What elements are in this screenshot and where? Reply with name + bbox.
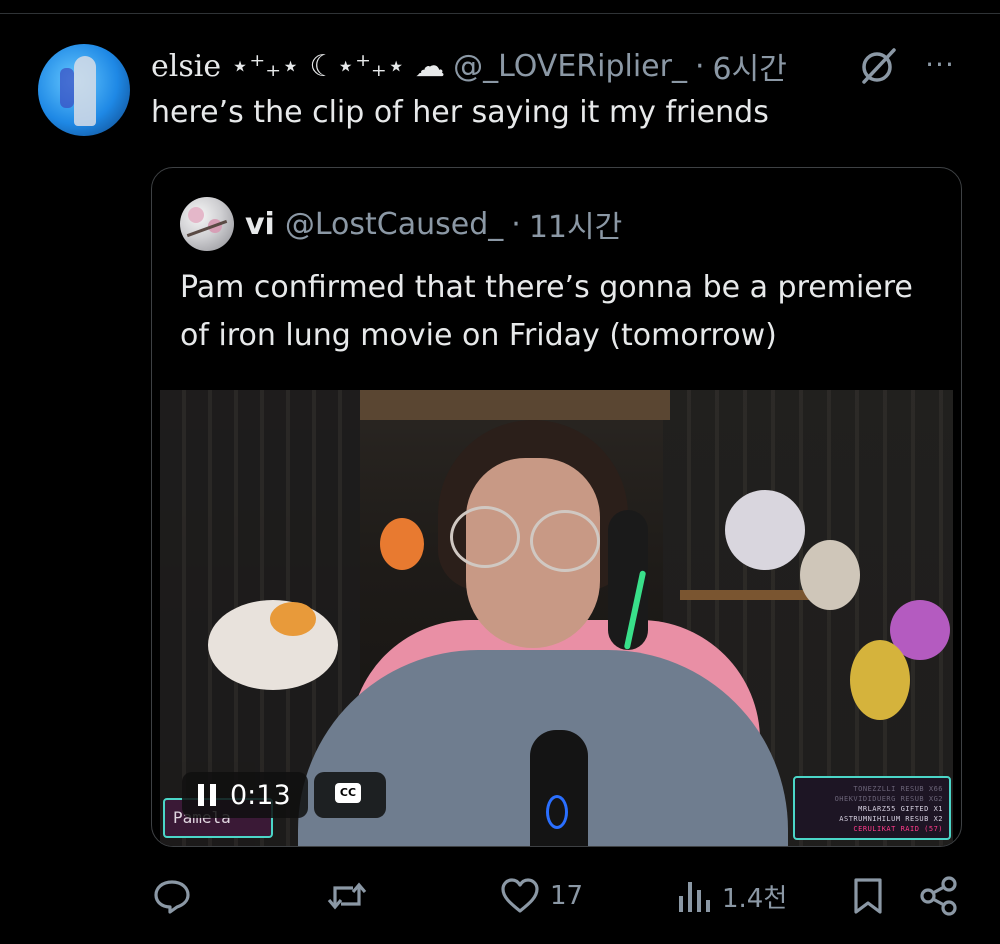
captions-button[interactable]: CC — [314, 772, 386, 818]
video-timestamp: 0:13 — [230, 779, 291, 811]
views-icon — [679, 882, 710, 912]
top-divider — [0, 13, 1000, 14]
post-time[interactable]: 6시간 — [713, 44, 787, 88]
quoted-post-time[interactable]: 11시간 — [529, 202, 622, 246]
bookmark-button[interactable] — [850, 868, 886, 924]
views-button[interactable]: 1.4천 — [676, 868, 787, 924]
video-player[interactable]: Pamela TONEZZLLI RESUB X66 OHEKVIDIDUERG… — [160, 390, 953, 846]
video-shelf — [360, 390, 670, 420]
overlay-line: ASTRUMNIHILUM RESUB X2 — [839, 815, 943, 823]
plush-toy — [725, 490, 805, 570]
avatar[interactable] — [38, 44, 130, 136]
quoted-text: Pam confirmed that there’s gonna be a pr… — [180, 270, 913, 353]
reply-icon — [154, 880, 190, 914]
quoted-header: vi @LostCaused_ · 11시간 — [245, 202, 622, 246]
overlay-line: OHEKVIDIDUERG RESUB XG2 — [834, 795, 943, 803]
pause-icon — [196, 784, 218, 806]
quoted-post[interactable]: vi @LostCaused_ · 11시간 Pam confirmed tha… — [151, 167, 962, 847]
cc-icon: CC — [335, 783, 361, 803]
grok-icon[interactable] — [856, 46, 900, 86]
quoted-author-handle[interactable]: @LostCaused_ — [285, 207, 503, 242]
action-bar: 17 1.4천 — [0, 868, 1000, 924]
separator-dot: · — [694, 48, 705, 84]
post-header: elsie ⋆⁺₊⋆ ☾⋆⁺₊⋆ ☁ @_LOVERiplier_ · 6시간 — [151, 44, 787, 88]
pause-button[interactable]: 0:13 — [182, 772, 308, 818]
post-text: here’s the clip of her saying it my frie… — [151, 95, 769, 130]
overlay-line: TONEZZLLI RESUB X66 — [853, 785, 943, 793]
separator-dot: · — [511, 206, 521, 242]
microphone-light — [546, 795, 568, 829]
repost-icon — [327, 882, 367, 910]
overlay-line: MRLARZ55 GIFTED X1 — [858, 805, 943, 813]
author-handle[interactable]: @_LOVERiplier_ — [453, 49, 687, 84]
reply-button[interactable] — [152, 868, 202, 924]
like-count: 17 — [550, 881, 584, 911]
overlay-line: CERULIKAT RAID (57) — [853, 825, 943, 833]
heart-icon — [501, 878, 539, 913]
share-icon — [920, 876, 957, 916]
more-options-icon[interactable]: ··· — [920, 50, 960, 80]
plush-toy — [850, 640, 910, 720]
stream-event-overlay: TONEZZLLI RESUB X66 OHEKVIDIDUERG RESUB … — [793, 776, 951, 840]
author-name[interactable]: elsie ⋆⁺₊⋆ ☾⋆⁺₊⋆ ☁ — [151, 49, 445, 84]
repost-button[interactable] — [326, 868, 378, 924]
quoted-avatar[interactable] — [180, 197, 234, 251]
like-button[interactable]: 17 — [500, 868, 583, 924]
bookmark-icon — [854, 878, 882, 914]
share-button[interactable] — [918, 868, 960, 924]
plush-toy — [270, 602, 316, 636]
quoted-author-name[interactable]: vi — [245, 207, 275, 242]
views-count: 1.4천 — [722, 883, 788, 914]
plush-toy — [800, 540, 860, 610]
